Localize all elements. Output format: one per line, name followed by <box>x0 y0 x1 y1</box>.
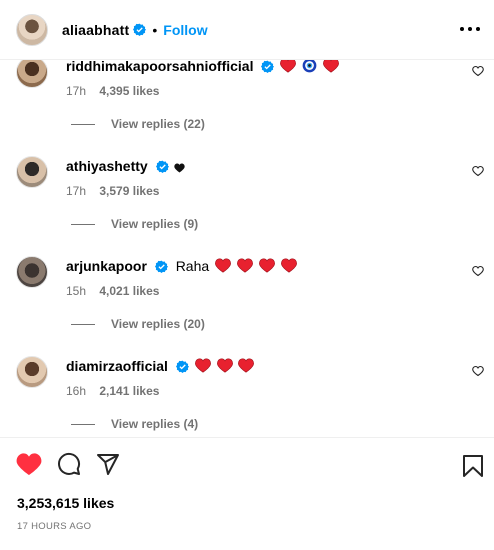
view-replies-label: View replies (4) <box>111 417 199 431</box>
red-heart-emoji-icon <box>280 258 297 273</box>
separator-dot: • <box>152 21 158 38</box>
view-replies-button[interactable]: View replies (9) <box>71 217 198 231</box>
comment-like-heart-icon[interactable] <box>472 65 484 77</box>
comment-username[interactable]: riddhimakapoorsahniofficial <box>66 58 253 74</box>
post-likes-count[interactable]: 3,253,615 likes <box>17 495 114 511</box>
comment-icon[interactable] <box>57 452 81 476</box>
view-replies-label: View replies (9) <box>111 217 199 231</box>
view-replies-label: View replies (22) <box>111 117 205 131</box>
commenter-avatar[interactable] <box>16 56 48 88</box>
comment-time[interactable]: 17h <box>66 184 86 198</box>
comment-likes[interactable]: 4,395 likes <box>99 84 159 98</box>
red-heart-emoji-icon <box>194 358 211 373</box>
red-heart-emoji-icon <box>237 258 253 273</box>
comment-like-heart-icon[interactable] <box>472 365 484 377</box>
share-icon[interactable] <box>96 452 120 476</box>
author-avatar[interactable] <box>16 13 48 46</box>
comment-username[interactable]: athiyashetty <box>66 158 148 174</box>
follow-button[interactable]: Follow <box>163 22 207 38</box>
commenter-avatar[interactable] <box>16 156 48 188</box>
post-actions <box>16 452 135 476</box>
comment-emojis <box>193 358 255 374</box>
comment-item: arjunkapoor Raha 15h 4,021 likes View re… <box>0 252 494 352</box>
comment-username[interactable]: diamirzaofficial <box>66 358 168 374</box>
replies-divider <box>71 123 95 125</box>
more-options-icon[interactable] <box>460 19 480 39</box>
black-heart-emoji-icon <box>174 163 186 173</box>
comment-item: diamirzaofficial 16h 2,141 likes View re… <box>0 352 494 437</box>
verified-badge-icon <box>155 160 169 173</box>
comment-emojis <box>278 58 339 74</box>
replies-divider <box>71 223 95 225</box>
red-heart-emoji-icon <box>238 358 255 373</box>
commenter-avatar[interactable] <box>16 356 48 388</box>
comment-likes[interactable]: 4,021 likes <box>99 284 159 298</box>
view-replies-button[interactable]: View replies (22) <box>71 117 205 131</box>
red-heart-emoji-icon <box>216 358 233 373</box>
comment-time[interactable]: 17h <box>66 84 86 98</box>
red-heart-emoji-icon <box>215 258 231 273</box>
comment-likes[interactable]: 3,579 likes <box>99 184 159 198</box>
nazar-amulet-emoji-icon <box>302 58 317 73</box>
view-replies-button[interactable]: View replies (4) <box>71 417 198 431</box>
verified-badge-icon <box>261 60 275 73</box>
replies-divider <box>71 423 95 425</box>
red-heart-emoji-icon <box>323 58 339 73</box>
red-heart-emoji-icon <box>258 258 275 273</box>
commenter-avatar[interactable] <box>16 256 48 288</box>
replies-divider <box>71 323 95 325</box>
comment-emojis <box>172 158 186 174</box>
post-timestamp[interactable]: 17 HOURS AGO <box>17 521 91 532</box>
comment-time[interactable]: 16h <box>66 384 86 398</box>
post-header: aliaabhatt • Follow <box>0 0 494 60</box>
comment-likes[interactable]: 2,141 likes <box>99 384 159 398</box>
comment-username[interactable]: arjunkapoor <box>66 258 147 274</box>
post-footer: 3,253,615 likes 17 HOURS AGO <box>0 437 494 550</box>
view-replies-label: View replies (20) <box>111 317 205 331</box>
like-heart-icon[interactable] <box>16 452 42 476</box>
verified-badge-icon <box>133 23 147 36</box>
verified-badge-icon <box>175 360 189 373</box>
comment-like-heart-icon[interactable] <box>472 265 484 277</box>
red-heart-emoji-icon <box>280 58 297 73</box>
bookmark-icon[interactable] <box>462 454 484 478</box>
comments-list[interactable]: riddhimakapoorsahniofficial 17h 4,395 li… <box>0 40 494 437</box>
verified-badge-icon <box>154 260 168 273</box>
comment-emojis <box>213 258 297 274</box>
comment-time[interactable]: 15h <box>66 284 86 298</box>
author-username[interactable]: aliaabhatt <box>62 22 129 38</box>
comment-item: riddhimakapoorsahniofficial 17h 4,395 li… <box>0 52 494 152</box>
view-replies-button[interactable]: View replies (20) <box>71 317 205 331</box>
comment-text: Raha <box>175 258 210 274</box>
comment-item: athiyashetty 17h 3,579 likes View replie… <box>0 152 494 252</box>
comment-like-heart-icon[interactable] <box>472 165 484 177</box>
